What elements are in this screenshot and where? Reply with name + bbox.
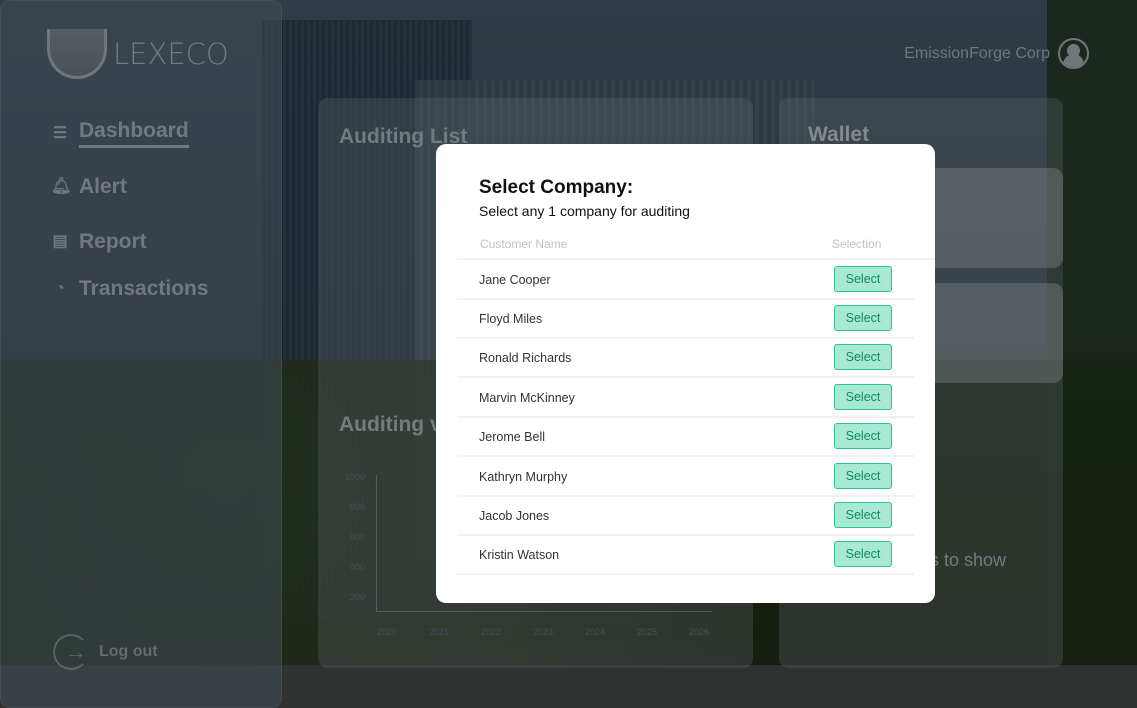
table-row: Marvin McKinney Select (457, 378, 914, 418)
customer-name: Floyd Miles (479, 312, 543, 326)
select-company-modal: Select Company: Select any 1 company for… (436, 144, 935, 603)
modal-title: Select Company: (479, 177, 634, 198)
select-button[interactable]: Select (834, 423, 892, 449)
select-button[interactable]: Select (834, 266, 892, 292)
select-button[interactable]: Select (834, 463, 892, 489)
select-button[interactable]: Select (834, 541, 892, 567)
select-button[interactable]: Select (834, 384, 892, 410)
customer-name: Jane Cooper (479, 273, 551, 287)
modal-subtitle: Select any 1 company for auditing (479, 203, 690, 219)
table-row: Kathryn Murphy Select (457, 457, 914, 497)
customer-name: Jerome Bell (479, 430, 545, 444)
table-row: Ronald Richards Select (457, 338, 914, 378)
column-header-customer-name: Customer Name (480, 237, 568, 251)
table-row: Jerome Bell Select (457, 417, 914, 457)
customer-name: Jacob Jones (479, 509, 550, 523)
customer-name: Kathryn Murphy (479, 470, 568, 484)
table-row: Kristin Watson Select (457, 535, 914, 575)
customer-name: Ronald Richards (479, 351, 572, 365)
select-button[interactable]: Select (834, 344, 892, 370)
select-button[interactable]: Select (834, 305, 892, 331)
table-row: Jane Cooper Select (457, 260, 914, 300)
table-row: Floyd Miles Select (457, 299, 914, 339)
column-header-selection: Selection (832, 237, 882, 251)
table-row: Jacob Jones Select (457, 496, 914, 536)
customer-name: Kristin Watson (479, 548, 560, 562)
select-button[interactable]: Select (834, 502, 892, 528)
customer-name: Marvin McKinney (479, 391, 575, 405)
